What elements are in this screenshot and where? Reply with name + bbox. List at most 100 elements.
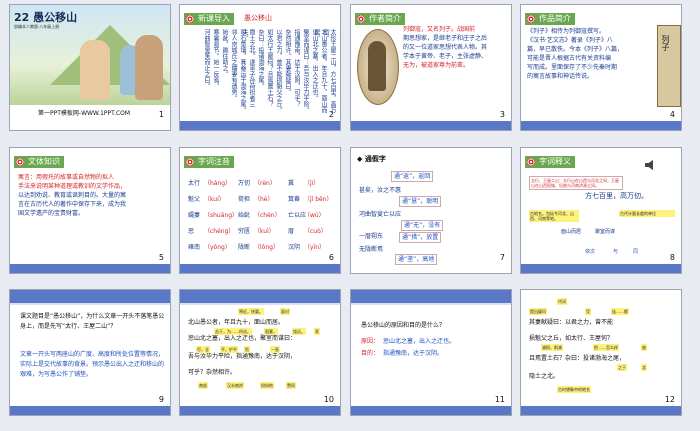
- pinyin-word: 魁父: [188, 196, 201, 203]
- pinyin-reading: （wú）: [304, 212, 325, 219]
- book-title: 列子: [661, 35, 670, 51]
- pinyin-reading: （hè）: [254, 196, 274, 203]
- passage-line-2: 惩山北之塞，出入之迂也，聚室而谋曰：: [188, 335, 297, 342]
- example-2: 甚矣，汝之不惠: [359, 187, 402, 194]
- passage-line-3: 且焉置土石？杂曰：投诸渤海之尾，: [529, 355, 626, 362]
- slide-thumbnail-11[interactable]: 愚公移山的原因和目的是什么？ 原因： 惩山北之塞，出入之迂也。 目的： 指通豫南…: [350, 289, 512, 416]
- section-badge: 作者简介: [355, 13, 405, 25]
- gloss-by: 凭: [585, 308, 591, 315]
- section-badge: 字词释义: [525, 156, 575, 168]
- slide-footer-bar: [10, 406, 170, 415]
- example-6: 一厝朔东: [359, 233, 384, 240]
- slide-header-bar: [180, 290, 340, 303]
- slide-number: 4: [669, 110, 675, 119]
- pinyin-word: 厝: [288, 228, 295, 235]
- slide-heading: ◆ 通假字: [357, 155, 386, 163]
- pinyin-word: 万仞: [238, 180, 251, 187]
- example-4: 河曲智叟亡以应: [359, 211, 402, 218]
- template-footer: 第一PPT模板网-WWW.1PPT.COM: [38, 110, 131, 117]
- gloss-reduce: 减损，削减: [541, 344, 563, 351]
- figure-worker: [135, 35, 163, 100]
- slide-thumbnail-6[interactable]: 字词注音 太行 （háng） 万仞 （rèn） 冀 （jì） 魁父 （kuí） 荷担 （hè） 箕畚…: [179, 147, 341, 274]
- question-text: 课文题目是“愚公移山”，为什么文章一开头不落笔愚公身上，而是先写“太行、王屋二山…: [20, 313, 165, 330]
- slide-number: 8: [669, 253, 675, 262]
- pinyin-reading: （yīn）: [304, 244, 326, 251]
- question-text: 愚公移山的原因和目的是什么？: [361, 322, 446, 329]
- pinyin-reading: （jī běn）: [304, 196, 333, 203]
- slide-number: 10: [323, 395, 334, 404]
- slide-thumbnail-2[interactable]: 新课导入 愚公移山 太形王屋二山，方七百里，高万仞。 北山愚公者，年且九十，面山…: [179, 4, 341, 131]
- slide-thumbnail-8[interactable]: 字词释义 太行、王屋二山：太行山在山西与河北之间，王屋山在山西阳城、垣曲与河南济…: [520, 147, 682, 274]
- pinyin-word: 太行: [188, 180, 201, 187]
- main-sentence: 方七百里，高万仞。: [585, 192, 648, 200]
- gloss-many: 纷纷地: [260, 382, 274, 389]
- note-mountains: 太行、王屋二山：太行山在山西与河北之间，王屋山在山西阳城、垣曲与河南济源之间。: [529, 176, 623, 190]
- pinyin-word: 冀: [288, 180, 295, 187]
- gloss-how: 把……怎么样: [593, 344, 619, 351]
- slide-footer-bar: [521, 406, 681, 415]
- pinyin-reading: （lǒng）: [254, 244, 279, 251]
- answer-text: 文章一开头写两座山的广度、高度和所处位置等情况，实际上是交代故事的背景。预示愚公…: [20, 351, 165, 378]
- slide-header-bar: [351, 290, 511, 303]
- section-badge: 文体知识: [14, 156, 64, 168]
- slide-number: 2: [328, 110, 334, 119]
- slide-thumbnail-3[interactable]: 作者简介 列御寇，又名列子。战国前 期思想家，是继老子和庄子之后 的又一位道家思…: [350, 4, 512, 131]
- passage-line-1: 其妻献疑曰：以君之力，曾不能: [529, 319, 614, 326]
- author-figure: [368, 41, 386, 91]
- slide-footer-bar: [351, 406, 511, 415]
- slide-thumbnail-4[interactable]: 作品简介 《列子》相传为列御寇撰写。 《汉书·艺文志》著录《列子》八 篇，早已散…: [520, 4, 682, 131]
- slide-thumbnail-10[interactable]: 北山愚公者，年且九十，面山而居。 惩山北之塞，出入之迂也，聚室而谋曰： 吾与汝毕…: [179, 289, 341, 416]
- passage-line-4: 可乎？杂然相许。: [188, 369, 237, 376]
- slide-thumbnail-1[interactable]: 22 愚公移山 部编本人教版·八年级上册 第一PPT模板网-WWW.1PPT.C…: [9, 4, 171, 131]
- slide-thumbnail-9[interactable]: 课文题目是“愚公移山”，为什么文章一开头不落笔愚公身上，而是先写“太行、王屋二山…: [9, 289, 171, 416]
- figure-elder: [80, 40, 110, 100]
- gloss-level: 平，铲平: [220, 346, 238, 353]
- example-1: 通“返”，返回: [391, 171, 434, 182]
- pinyin-word: 雍南: [188, 244, 201, 251]
- example-8: 无陇断焉: [359, 246, 384, 253]
- slide-heading: 愚公移山: [244, 14, 272, 22]
- note-order: 依次: [585, 249, 596, 255]
- goal-text: 指通豫南，达于汉阴。: [383, 350, 444, 357]
- gloss-place-name: 古时想象中的地名: [557, 386, 591, 393]
- example-5: 通“无”，没有: [401, 220, 444, 231]
- pinyin-word: 陇断: [238, 244, 251, 251]
- slide-number: 12: [664, 395, 675, 404]
- section-badge: 新课导入: [184, 13, 234, 25]
- gloss-doubt: 提出疑问: [529, 308, 547, 315]
- pinyin-word: 箕畚: [288, 196, 301, 203]
- vertical-text-block: 太形王屋二山，方七百里，高万仞。 北山愚公者，年且九十，面山而居。 惩山北之塞，…: [203, 29, 336, 113]
- pinyin-reading: （yōng）: [204, 244, 231, 251]
- gloss-zhiyu: 之于: [617, 364, 627, 371]
- slide-header-bar: [10, 290, 170, 303]
- example-3: 通“慧”，聪明: [399, 196, 442, 207]
- gloss-block: 阻塞，: [264, 328, 278, 335]
- slide-number: 11: [494, 395, 505, 404]
- gloss-even: 连……都: [611, 308, 629, 315]
- note-gather: 聚室而谋: [595, 229, 616, 235]
- author-bio: 列御寇，又名列子。战国前 期思想家，是继老子和庄子之后 的又一位道家思想代表人物…: [403, 26, 488, 69]
- pinyin-word: 惩: [188, 228, 195, 235]
- pinyin-word: 始龀: [238, 212, 251, 219]
- slide-number: 5: [158, 253, 164, 262]
- slide-number: 9: [158, 395, 164, 404]
- gloss-face: 面对: [280, 308, 290, 315]
- slide-footer-bar: [10, 264, 170, 273]
- pinyin-table: 太行 （háng） 万仞 （rèn） 冀 （jì） 魁父 （kuí） 荷担 （hè） 箕畚 （jī b…: [188, 178, 338, 258]
- note-ji: 古地名。包括今河北、山西、河南等地。: [529, 210, 579, 222]
- gloss-home: 家: [314, 328, 320, 335]
- gloss-detour: 绕远。: [292, 328, 306, 335]
- gloss-near: 将近，快要。: [238, 308, 264, 315]
- gloss-straight: 一直: [270, 346, 280, 353]
- pinyin-reading: （cuò）: [304, 228, 327, 235]
- passage-line-3: 吾与汝毕力平险，指通豫南，达于汉阴，: [188, 353, 297, 360]
- reason-label: 原因：: [361, 338, 380, 345]
- slide-footer-bar: [521, 264, 681, 273]
- pinyin-reading: （shuāng）: [204, 212, 239, 219]
- slide-thumbnail-7[interactable]: ◆ 通假字 通“返”，返回 甚矣，汝之不惠 通“慧”，聪明 河曲智叟亡以应 通“…: [350, 147, 512, 274]
- slide-footer-bar: [180, 264, 340, 273]
- slide-thumbnail-12[interactable]: 其妻献疑曰：以君之力，曾不能 损魁父之丘，如太行、王屋何？ 且焉置土石？杂曰：投…: [520, 289, 682, 416]
- pinyin-reading: （rèn）: [254, 180, 276, 187]
- slide-thumbnail-5[interactable]: 文体知识 寓言：用假托的故事或自然物的拟人 手法来说明某种道理或教训的文学作品，…: [9, 147, 171, 274]
- example-9: 通“垄”，高地: [395, 254, 438, 265]
